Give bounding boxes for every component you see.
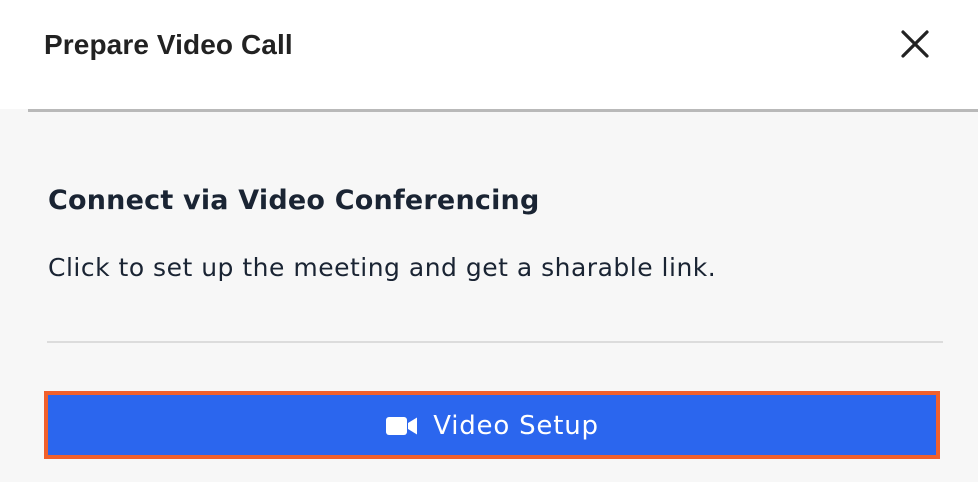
section-description: Click to set up the meeting and get a sh…: [48, 253, 717, 282]
video-setup-label[interactable]: Video Setup: [433, 410, 599, 442]
body-divider: [47, 341, 943, 343]
dialog-title: Prepare Video Call: [44, 29, 293, 60]
dialog-header: Prepare Video Call: [0, 0, 978, 109]
close-icon[interactable]: [900, 29, 930, 59]
video-setup-button-content[interactable]: Video Setup: [385, 410, 599, 442]
close-button[interactable]: [893, 22, 937, 66]
video-camera-icon[interactable]: [385, 415, 419, 437]
section-heading: Connect via Video Conferencing: [48, 185, 540, 216]
dialog-body: Connect via Video Conferencing Click to …: [0, 112, 978, 482]
video-setup-button[interactable]: Video Setup: [44, 391, 940, 459]
